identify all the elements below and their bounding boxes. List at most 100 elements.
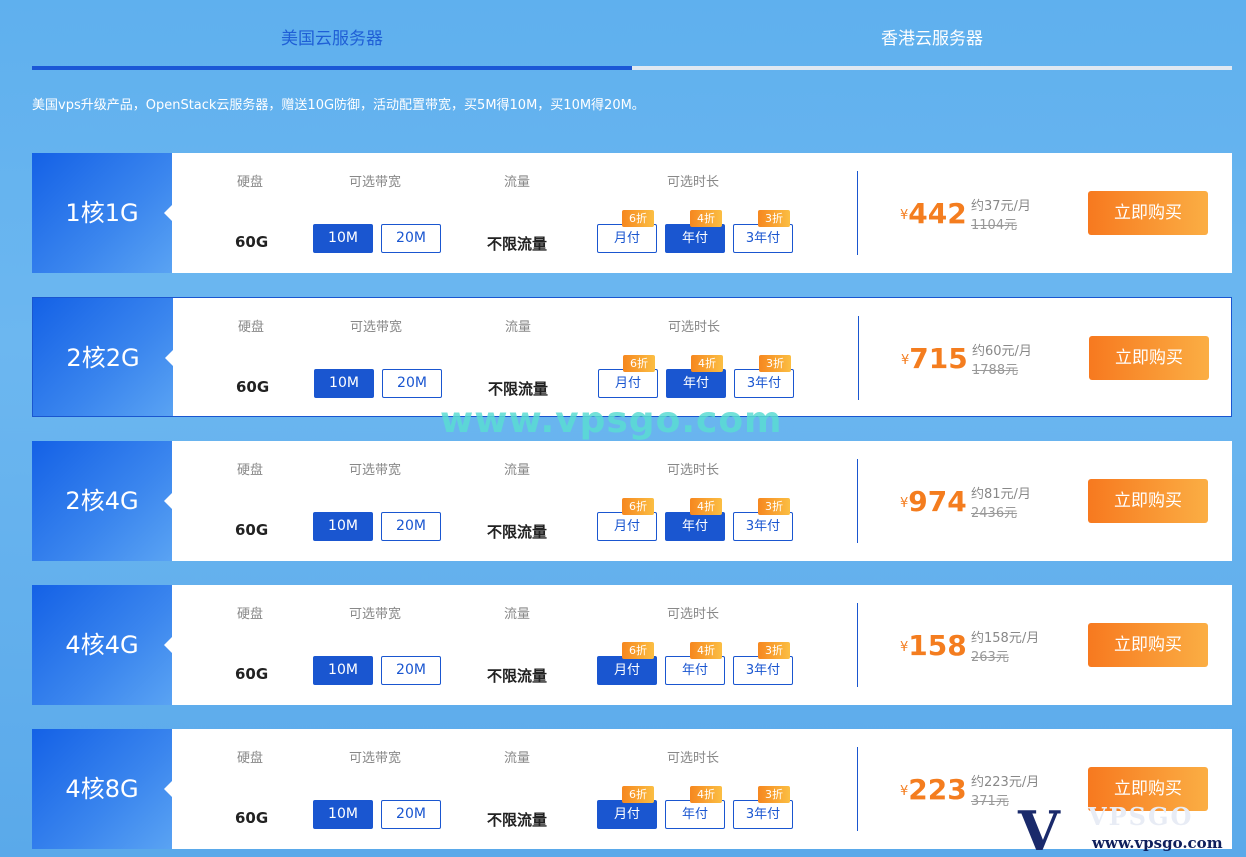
price-divider: [857, 171, 858, 255]
discount-badge-monthly: 6折: [622, 786, 654, 803]
duration-3year-button[interactable]: 3年付: [734, 369, 794, 398]
spec-notch: [164, 637, 172, 653]
disk-label: 硬盘: [238, 320, 265, 335]
price-amount: 158: [908, 629, 967, 662]
price-divider: [858, 316, 859, 400]
price: ¥715: [901, 342, 968, 375]
bandwidth-10m-button[interactable]: 10M: [313, 224, 373, 253]
discount-badge-3year: 3折: [758, 642, 790, 659]
duration-monthly-button[interactable]: 月付: [597, 800, 657, 829]
duration-monthly-button[interactable]: 月付: [597, 224, 657, 253]
traffic-value: 不限流量: [487, 667, 548, 685]
bandwidth-label: 可选带宽: [349, 751, 402, 766]
traffic-label: 流量: [504, 175, 531, 190]
bandwidth-10m-button[interactable]: 10M: [313, 656, 373, 685]
price-amount: 715: [909, 342, 968, 375]
traffic-label: 流量: [504, 751, 531, 766]
logo-url: www.vpsgo.com: [1092, 834, 1223, 852]
duration-3year-button[interactable]: 3年付: [733, 800, 793, 829]
original-price: 1788元: [972, 363, 1019, 378]
price: ¥974: [900, 485, 967, 518]
bandwidth-label: 可选带宽: [350, 320, 403, 335]
plan-spec: 4核4G: [65, 631, 139, 659]
traffic-value: 不限流量: [487, 523, 548, 541]
discount-badge-monthly: 6折: [622, 642, 654, 659]
discount-badge-yearly: 4折: [690, 642, 722, 659]
duration-label: 可选时长: [667, 751, 720, 766]
price-amount: 974: [908, 485, 967, 518]
price-divider: [857, 603, 858, 687]
price-amount: 442: [908, 197, 967, 230]
price-divider: [857, 459, 858, 543]
tab-hk-underline: [632, 66, 1232, 70]
discount-badge-yearly: 4折: [690, 786, 722, 803]
spec-notch: [165, 350, 173, 366]
buy-now-button[interactable]: 立即购买: [1089, 336, 1209, 380]
bandwidth-label: 可选带宽: [349, 463, 402, 478]
duration-yearly-button[interactable]: 年付: [665, 800, 725, 829]
price: ¥158: [900, 629, 967, 662]
duration-yearly-button[interactable]: 年付: [665, 512, 725, 541]
logo-v-mark: V: [1018, 799, 1060, 857]
traffic-value: 不限流量: [488, 380, 549, 398]
duration-3year-button[interactable]: 3年付: [733, 224, 793, 253]
monthly-price: 约81元/月: [971, 487, 1031, 502]
duration-3year-button[interactable]: 3年付: [733, 656, 793, 685]
disk-label: 硬盘: [237, 175, 264, 190]
bandwidth-label: 可选带宽: [349, 607, 402, 622]
plan-spec-panel: 2核4G: [32, 441, 172, 561]
monthly-price: 约223元/月: [971, 775, 1040, 790]
tab-us-label: 美国云服务器: [281, 29, 383, 49]
bandwidth-20m-button[interactable]: 20M: [381, 224, 441, 253]
bandwidth-10m-button[interactable]: 10M: [314, 369, 374, 398]
vpsgo-logo: V VPSGO www.vpsgo.com: [1010, 800, 1246, 857]
bandwidth-20m-button[interactable]: 20M: [381, 800, 441, 829]
duration-yearly-button[interactable]: 年付: [665, 224, 725, 253]
discount-badge-monthly: 6折: [622, 210, 654, 227]
original-price: 1104元: [971, 218, 1018, 233]
original-price: 371元: [971, 794, 1009, 809]
bandwidth-20m-button[interactable]: 20M: [381, 512, 441, 541]
disk-value: 60G: [235, 809, 269, 827]
disk-value: 60G: [235, 233, 269, 251]
tab-us-cloud[interactable]: 美国云服务器: [32, 0, 632, 70]
duration-3year-button[interactable]: 3年付: [733, 512, 793, 541]
duration-yearly-button[interactable]: 年付: [666, 369, 726, 398]
discount-badge-yearly: 4折: [690, 498, 722, 515]
duration-monthly-button[interactable]: 月付: [597, 512, 657, 541]
disk-value: 60G: [235, 521, 269, 539]
plan-spec: 2核2G: [66, 344, 140, 372]
tab-hk-cloud[interactable]: 香港云服务器: [632, 0, 1232, 70]
duration-label: 可选时长: [667, 175, 720, 190]
discount-badge-3year: 3折: [758, 498, 790, 515]
disk-label: 硬盘: [237, 463, 264, 478]
server-region-tabs: 美国云服务器 香港云服务器: [32, 0, 1232, 70]
bandwidth-20m-button[interactable]: 20M: [382, 369, 442, 398]
original-price: 263元: [971, 650, 1009, 665]
disk-value: 60G: [235, 665, 269, 683]
buy-now-button[interactable]: 立即购买: [1088, 623, 1208, 667]
price: ¥223: [900, 773, 967, 806]
bandwidth-20m-button[interactable]: 20M: [381, 656, 441, 685]
monthly-price: 约158元/月: [971, 631, 1040, 646]
discount-badge-yearly: 4折: [690, 210, 722, 227]
bandwidth-10m-button[interactable]: 10M: [313, 800, 373, 829]
duration-monthly-button[interactable]: 月付: [598, 369, 658, 398]
disk-label: 硬盘: [237, 607, 264, 622]
plan-card: 4核4G 硬盘 可选带宽 流量 可选时长 60G 10M 20M 不限流量 月付…: [32, 585, 1232, 705]
plan-card: 2核4G 硬盘 可选带宽 流量 可选时长 60G 10M 20M 不限流量 月付…: [32, 441, 1232, 561]
plan-spec: 1核1G: [65, 199, 139, 227]
buy-now-button[interactable]: 立即购买: [1088, 191, 1208, 235]
bandwidth-10m-button[interactable]: 10M: [313, 512, 373, 541]
original-price: 2436元: [971, 506, 1018, 521]
monthly-price: 约37元/月: [971, 199, 1031, 214]
discount-badge-monthly: 6折: [623, 355, 655, 372]
buy-now-button[interactable]: 立即购买: [1088, 479, 1208, 523]
tab-hk-label: 香港云服务器: [881, 29, 983, 49]
discount-badge-yearly: 4折: [691, 355, 723, 372]
duration-monthly-button[interactable]: 月付: [597, 656, 657, 685]
monthly-price: 约60元/月: [972, 344, 1032, 359]
duration-yearly-button[interactable]: 年付: [665, 656, 725, 685]
price-divider: [857, 747, 858, 831]
traffic-label: 流量: [505, 320, 532, 335]
